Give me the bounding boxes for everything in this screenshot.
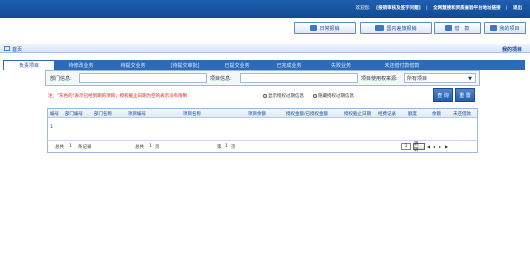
top-header-bar: 欢迎您: [报销审核及签字问题] | 全网慧搜和资质查验平台地址链接 | 退出 — [0, 0, 530, 18]
tab-to-modify[interactable]: 待修改业务 — [55, 60, 107, 70]
loan-label: 借 款 — [454, 25, 470, 32]
column-header: 项目名称 — [183, 111, 201, 117]
column-header: 额度 — [408, 111, 417, 117]
table-row-number: 1 — [50, 125, 53, 130]
scope-value: 所有项目 — [407, 75, 428, 82]
total-records-label: 总共 — [55, 145, 64, 150]
current-page-unit: 页 — [231, 145, 236, 150]
chevron-down-icon: ▼ — [468, 76, 472, 82]
total-pages-count: 1 — [149, 144, 152, 149]
tab-failed[interactable]: 失败业务 — [315, 60, 367, 70]
radio-show-expired[interactable]: 显示授权过期信息 — [263, 93, 304, 99]
next-page-icon[interactable]: ▸ — [439, 144, 441, 149]
tab-pending-approval[interactable]: [待提交审批] — [159, 60, 211, 70]
card-icon — [445, 25, 453, 31]
platform-link[interactable]: 全网慧搜和资质查验平台地址链接 — [433, 6, 501, 11]
daily-reimb-label: 日常报销 — [319, 25, 340, 32]
table-header: 编号 部门编号 部门名称 项目编号 项目名称 项目余额 授权金额/已授权金额 授… — [48, 109, 477, 118]
dept-input[interactable] — [79, 73, 207, 83]
project-label: 项目信息: — [210, 76, 232, 82]
scope-select[interactable]: 所有项目 ▼ — [404, 73, 476, 83]
tab-completed[interactable]: 已完成业务 — [263, 60, 315, 70]
pages-unit: 页 — [155, 145, 160, 150]
divider: | — [506, 6, 508, 11]
project-input[interactable] — [240, 73, 358, 83]
notice-text: 注："灰色的"表示已经到期的项目；授权截止日期为空的表示没有限制 — [48, 94, 188, 99]
dept-label: 部门信息: — [50, 76, 72, 82]
radio-show-label: 显示授权过期信息 — [268, 94, 304, 99]
domestic-travel-button[interactable]: 国内差旅报销 — [360, 22, 432, 34]
my-projects-label: 我的项目 — [499, 25, 520, 32]
column-header: 编号 — [50, 111, 59, 117]
car-icon — [375, 25, 385, 31]
monitor-icon — [4, 46, 10, 51]
column-header: 部门编号 — [65, 111, 83, 117]
column-header: 授权金额/已授权金额 — [286, 111, 329, 117]
user-link[interactable]: [报销审核及签字问题] — [376, 6, 421, 11]
column-header: 余额 — [432, 111, 441, 117]
pagination-bar: 总共 1 条记录 总共 1 页 第 1 页 1 跳 转 ◀ ◂ ▸ ▶ — [47, 140, 478, 153]
column-header: 授权截止日期 — [344, 111, 371, 117]
folder-icon — [490, 25, 498, 31]
radio-hide-label: 隐藏授权过期信息 — [318, 94, 354, 99]
reset-button[interactable]: 重 置 — [455, 88, 475, 102]
goto-page-input[interactable]: 1 — [401, 143, 411, 150]
radio-circle-icon — [313, 94, 317, 98]
welcome-text: 欢迎您: — [355, 6, 371, 11]
tab-bar: 负责项目 待修改业务 待提交业务 [待提交审批] 已提交业务 已完成业务 失败业… — [3, 60, 525, 70]
tab-unpaid-loans[interactable]: 未还借付款借款 — [367, 60, 437, 70]
tab-to-submit[interactable]: 待提交业务 — [107, 60, 159, 70]
form-icon — [310, 25, 318, 31]
divider: | — [426, 6, 428, 11]
header-links: 欢迎您: [报销审核及签字问题] | 全网慧搜和资质查验平台地址链接 | 退出 — [352, 5, 522, 11]
tab-responsible-projects[interactable]: 负责项目 — [3, 60, 55, 70]
domestic-travel-label: 国内差旅报销 — [386, 25, 417, 32]
first-page-icon[interactable]: ◀ — [427, 144, 430, 149]
filter-panel: 部门信息: 项目信息: 项目使用权来源: 所有项目 ▼ — [45, 70, 480, 86]
total-pages-label: 总共 — [135, 145, 144, 150]
daily-reimb-button[interactable]: 日常报销 — [294, 22, 356, 34]
my-projects-button[interactable]: 我的项目 — [484, 22, 526, 34]
breadcrumb-bar: 首页 我的项目 — [0, 44, 530, 53]
column-header: 未还借款 — [453, 111, 471, 117]
radio-hide-expired[interactable]: 隐藏授权过期信息 — [313, 93, 354, 99]
loan-button[interactable]: 借 款 — [434, 22, 481, 34]
column-header: 部门名称 — [94, 111, 112, 117]
prev-page-icon[interactable]: ◂ — [433, 144, 435, 149]
column-header: 项目余额 — [248, 111, 266, 117]
current-section-label: 我的项目 — [501, 46, 522, 53]
column-header: 经费记录 — [378, 111, 396, 117]
scope-label: 项目使用权来源: — [361, 76, 398, 82]
query-button[interactable]: 查 询 — [433, 88, 453, 102]
radio-circle-icon — [263, 94, 267, 98]
tab-submitted[interactable]: 已提交业务 — [211, 60, 263, 70]
total-records-count: 1 — [69, 144, 72, 149]
current-page-number: 1 — [225, 144, 228, 149]
last-page-icon[interactable]: ▶ — [445, 144, 448, 149]
logout-link[interactable]: 退出 — [513, 6, 522, 11]
column-header: 项目编号 — [128, 111, 146, 117]
current-page-label: 第 — [217, 145, 222, 150]
records-unit: 条记录 — [78, 145, 92, 150]
home-link[interactable]: 首页 — [12, 46, 22, 53]
goto-page-button[interactable]: 跳 转 — [413, 142, 425, 153]
